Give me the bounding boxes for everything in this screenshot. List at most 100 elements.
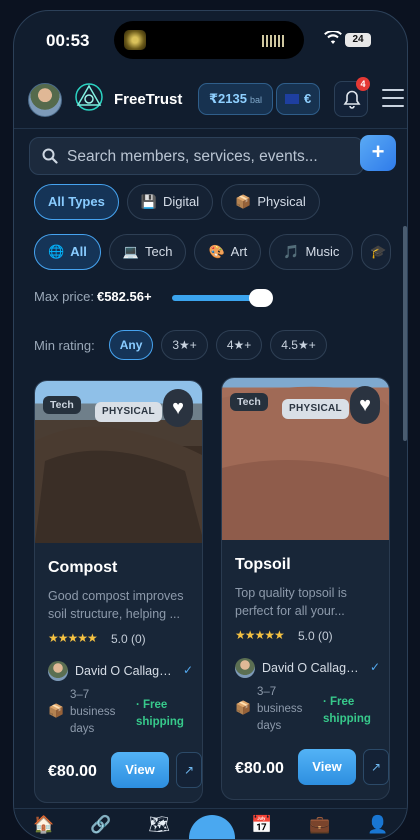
seller-info[interactable]: David O Callagh... ✓ [235,658,380,680]
open-external-icon[interactable]: ↗ [176,752,202,788]
listing-card[interactable]: Tech PHYSICAL ♥ Compost Good compost imp… [34,380,203,803]
category-label: Tech [145,244,173,259]
type-badge: PHYSICAL [95,402,162,422]
floppy-disk-icon: 💾 [140,194,158,209]
listing-price: €80.00 [235,760,284,777]
map-tab-icon[interactable]: 🗺 [147,815,171,839]
profile-tab-icon[interactable]: 👤 [366,815,390,839]
filter-label: Digital [163,194,200,209]
category-all[interactable]: 🌐 All [34,234,101,270]
currency-selector[interactable]: € [276,83,321,115]
category-label: Music [305,244,340,259]
rating-filter-row: Min rating: Any 3★+ 4★+ 4.5★+ [34,330,327,360]
open-external-icon[interactable]: ↗ [363,749,389,785]
filter-physical[interactable]: 📦 Physical [221,184,320,220]
more-category-icon: 🎓 [370,244,387,259]
audio-wave-icon [262,35,286,47]
rating-value: 5.0 (0) [111,632,146,646]
verified-check-icon: ✓ [182,663,193,677]
favorite-heart-icon[interactable]: ♥ [163,389,193,427]
bell-icon [343,90,361,115]
seller-info[interactable]: David O Callagh... ✓ [48,661,193,683]
delivery-time: 3–7 business days [257,686,303,732]
category-art[interactable]: 🎨 Art [194,234,262,270]
search-input[interactable]: Search members, services, events... [29,137,364,175]
rating-4-5-plus[interactable]: 4.5★+ [270,330,327,360]
add-button[interactable]: + [360,135,396,171]
status-time: 00:53 [46,31,90,50]
view-button[interactable]: View [111,752,169,788]
min-rating-label: Min rating: [34,337,95,353]
category-music[interactable]: 🎵 Music [269,234,354,270]
search-icon [42,148,58,169]
listing-description: Good compost improves soil structure, he… [48,589,184,621]
battery-indicator: 24 [345,33,371,47]
app-header: FreeTrust ₹2135 bal € 4 [14,73,407,129]
search-placeholder: Search members, services, events... [67,148,318,165]
verified-check-icon: ✓ [369,660,380,674]
filter-label: All Types [48,194,105,209]
package-icon: 📦 [48,703,65,718]
listing-title: Topsoil [235,556,291,573]
rating-stars: ★★★★★ [48,631,98,645]
wifi-icon [324,29,342,50]
listing-description: Top quality topsoil is perfect for all y… [235,586,347,618]
category-badge: Tech [230,393,268,411]
rating-4-plus[interactable]: 4★+ [215,330,263,360]
balance-amount: ₹2135 [209,91,247,106]
notification-badge: 4 [356,77,370,91]
globe-icon: 🌐 [48,244,65,259]
status-bar: 00:53 24 [14,11,407,69]
center-action-button[interactable] [189,815,235,839]
category-tech[interactable]: 💻 Tech [108,234,187,270]
laptop-icon: 💻 [122,244,139,259]
palette-icon: 🎨 [208,244,225,259]
listing-price: €80.00 [48,763,97,780]
eu-flag-icon [285,94,299,104]
max-price-value: €582.56+ [96,289,152,304]
home-tab-icon[interactable]: 🏠 [32,815,56,839]
hamburger-menu-icon[interactable] [382,89,404,107]
category-more[interactable]: 🎓 [361,234,392,270]
rating-stars: ★★★★★ [235,628,285,642]
notifications-button[interactable]: 4 [334,77,370,117]
link-tab-icon[interactable]: 🔗 [89,815,113,839]
delivery-time: 3–7 business days [70,689,116,735]
max-price-text: Max price: [34,289,94,304]
freetrust-logo-icon[interactable] [73,81,105,113]
briefcase-tab-icon[interactable]: 💼 [308,815,332,839]
calendar-tab-icon[interactable]: 📅 [250,815,274,839]
seller-avatar [235,658,255,678]
user-avatar[interactable] [28,83,62,117]
free-shipping-label: · Free shipping [323,696,371,725]
filter-all-types[interactable]: All Types [34,184,119,220]
currency-symbol: € [304,91,312,106]
type-filter-row: All Types 💾 Digital 📦 Physical [34,184,320,220]
seller-name: David O Callagh... [262,661,362,675]
phone-frame: 00:53 24 FreeTrust ₹2135 bal € 4 Search … [13,10,408,840]
filter-digital[interactable]: 💾 Digital [126,184,214,220]
view-button[interactable]: View [298,749,356,785]
balance-pill[interactable]: ₹2135 bal [198,83,273,115]
bottom-tab-bar: 🏠 🔗 🗺 📅 💼 👤 [14,808,407,839]
max-price-label: Max price: €582.56+ [34,289,152,304]
seller-name: David O Callagh... [75,664,175,678]
listing-card[interactable]: Tech PHYSICAL ♥ Topsoil Top quality tops… [221,377,390,800]
favorite-heart-icon[interactable]: ♥ [350,386,380,424]
type-badge: PHYSICAL [282,399,349,419]
category-label: All [70,244,87,259]
rating-any[interactable]: Any [108,330,154,360]
free-shipping-label: · Free shipping [136,699,184,728]
filter-label: Physical [257,194,306,209]
seller-avatar [48,661,68,681]
dynamic-island [114,21,304,59]
category-label: Art [230,244,248,259]
rating-3-plus[interactable]: 3★+ [161,330,208,360]
rating-value: 5.0 (0) [298,629,333,643]
balance-suffix: bal [249,95,262,105]
brand-name: FreeTrust [114,91,183,108]
price-slider-handle[interactable] [249,289,273,307]
package-icon: 📦 [235,194,252,209]
music-note-icon: 🎵 [283,244,300,259]
scrollbar[interactable] [403,226,407,441]
